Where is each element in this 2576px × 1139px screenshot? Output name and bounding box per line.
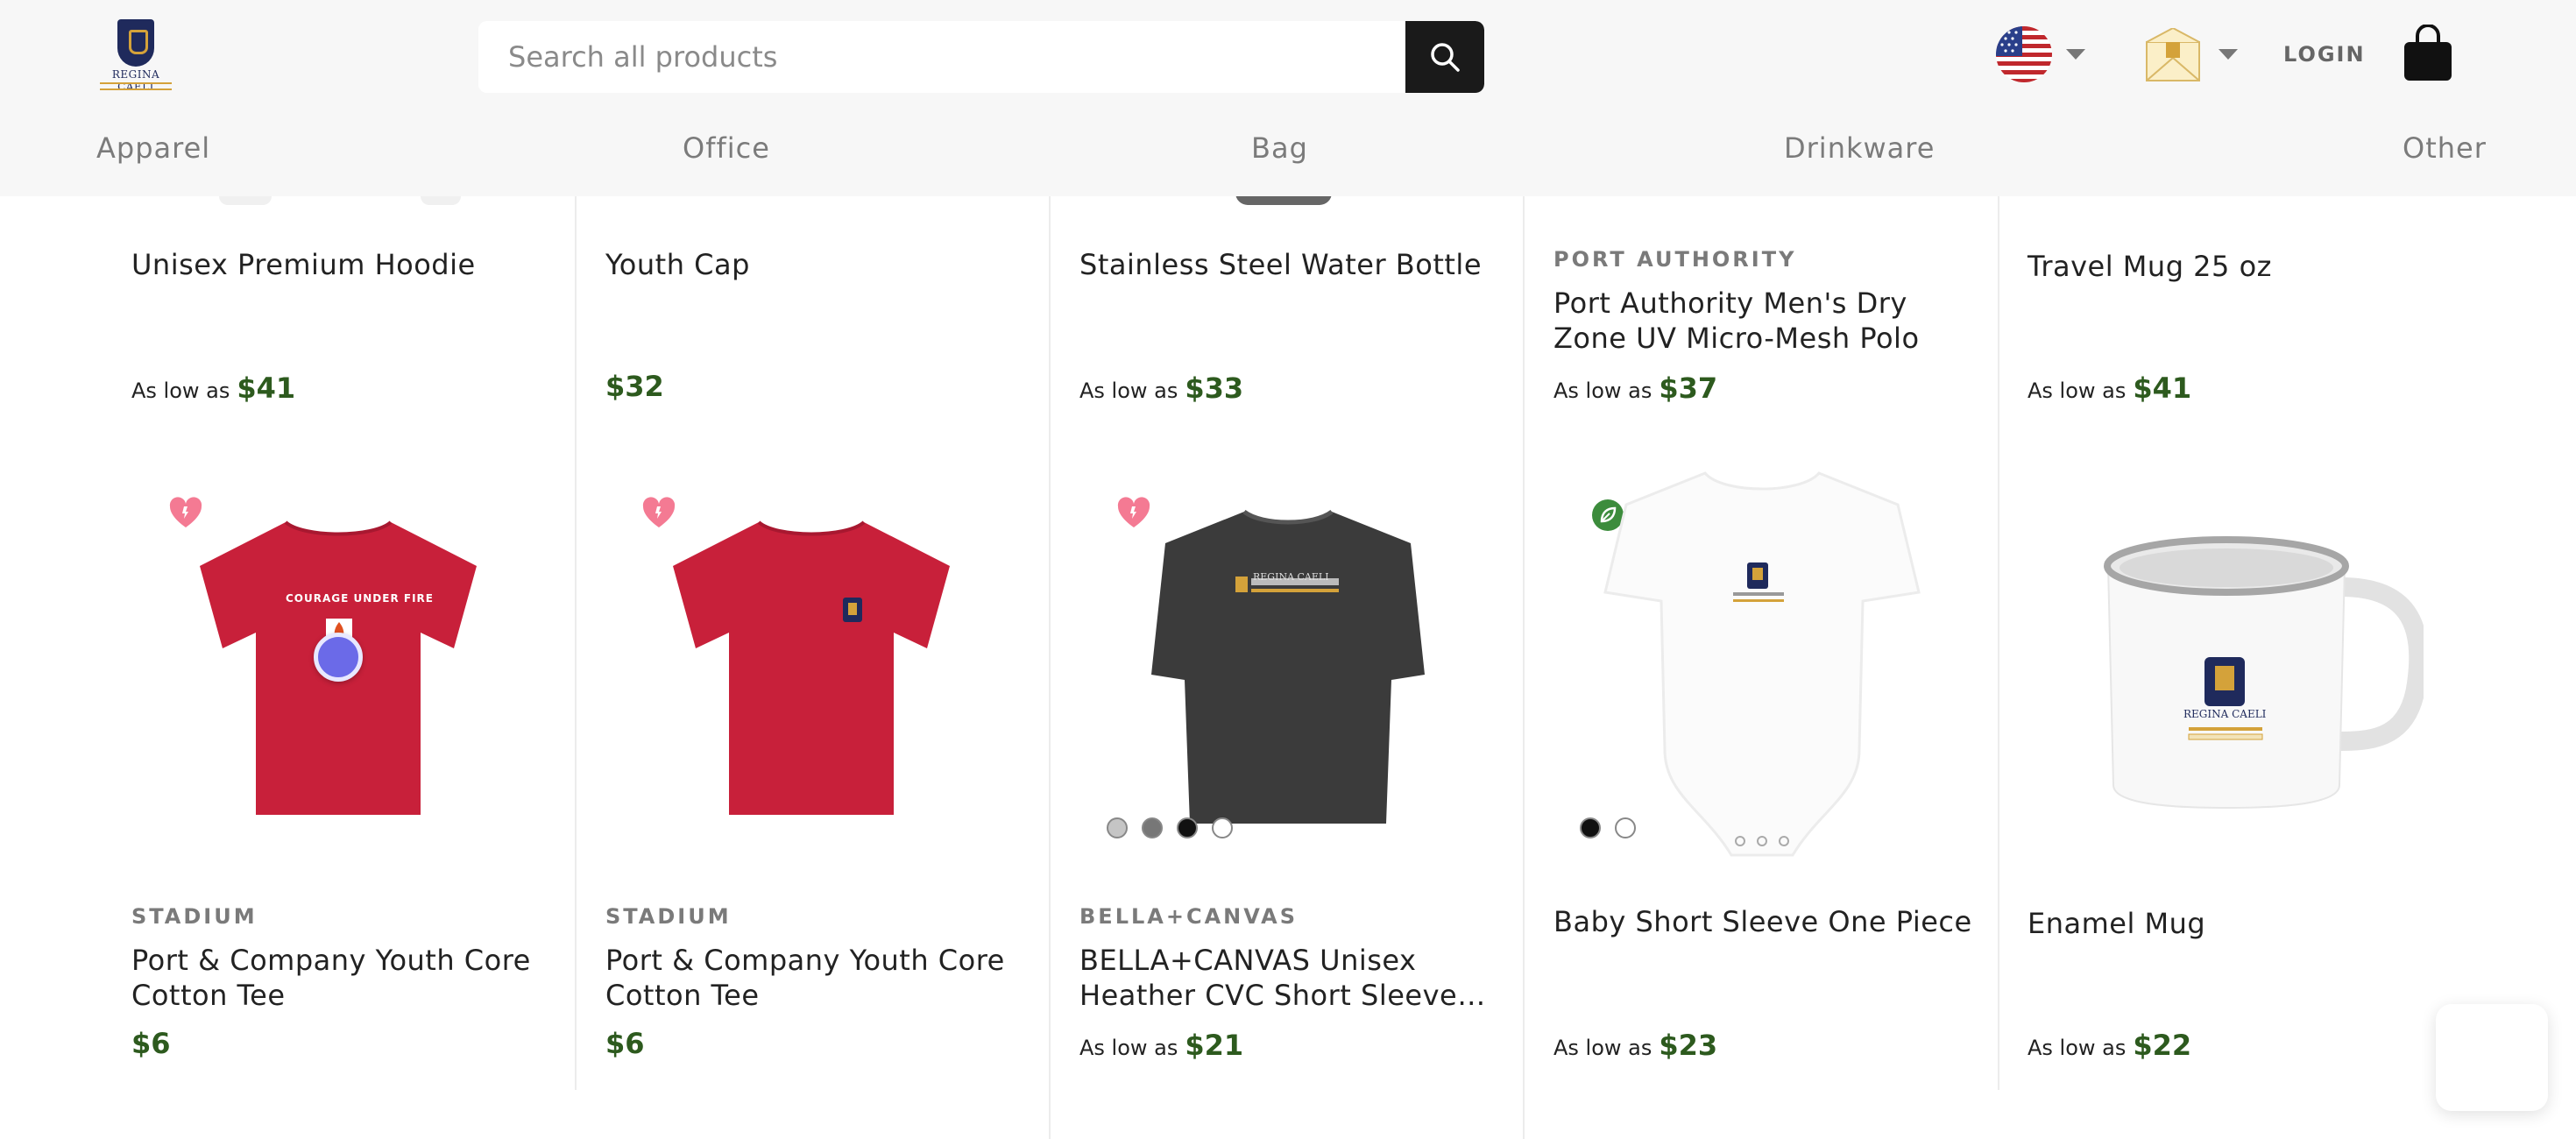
nav-bag[interactable]: Bag [1251, 131, 1308, 165]
color-swatch-gray[interactable] [1142, 817, 1163, 838]
price-row: As low as $41 [131, 371, 295, 405]
color-swatch-white[interactable] [1212, 817, 1233, 838]
product-brand: STADIUM [131, 904, 258, 929]
column-divider [1049, 196, 1051, 1139]
product-title-line2[interactable]: Heather CVC Short Sleeve… [1079, 978, 1486, 1013]
us-flag-icon[interactable] [1996, 26, 2052, 82]
price-label: As low as [2028, 378, 2127, 403]
crest-icon [117, 19, 154, 67]
price-value: $33 [1185, 371, 1244, 405]
color-swatch-black[interactable] [1580, 817, 1601, 838]
category-nav: Apparel Office Bag Drinkware Other [0, 131, 2576, 177]
site-header: REGINA CAELI Search all products LOGIN A… [0, 0, 2576, 196]
product-title-line1[interactable]: Port & Company Youth Core [131, 943, 531, 978]
price-value: $41 [2133, 371, 2192, 405]
product-title-line2[interactable]: Zone UV Micro-Mesh Polo [1553, 321, 1920, 356]
cursor-indicator [314, 633, 363, 682]
color-swatch-white[interactable] [1615, 817, 1636, 838]
price-label: As low as [1079, 1036, 1178, 1060]
product-title[interactable]: Baby Short Sleeve One Piece [1553, 904, 1972, 939]
store-logo[interactable]: REGINA CAELI [96, 19, 175, 93]
mug-print-text: REGINA CAELI [2183, 708, 2267, 720]
search-bar [478, 21, 1484, 93]
nav-drinkware[interactable]: Drinkware [1784, 131, 1935, 165]
price-row: As low as $33 [1079, 371, 1243, 405]
search-button[interactable] [1405, 21, 1484, 93]
price-value: $41 [237, 371, 296, 405]
chevron-down-icon[interactable] [2219, 49, 2238, 60]
price-label: As low as [1553, 378, 1652, 403]
product-brand: PORT AUTHORITY [1553, 247, 1797, 272]
price-row: As low as $41 [2028, 371, 2191, 405]
price-label: As low as [1553, 1036, 1652, 1060]
chat-widget[interactable] [2436, 1004, 2548, 1111]
price-row: As low as $22 [2028, 1029, 2191, 1062]
price-row: As low as $37 [1553, 371, 1717, 405]
price-value: $37 [1659, 371, 1718, 405]
product-image-enamel-mug[interactable] [2099, 534, 2424, 811]
product-title[interactable]: Stainless Steel Water Bottle [1079, 247, 1482, 282]
product-image-baby-onesie[interactable] [1600, 470, 1924, 873]
nav-other[interactable]: Other [2403, 131, 2487, 165]
envelope-icon[interactable] [2145, 26, 2201, 82]
column-divider [575, 196, 577, 1090]
price-value: $23 [1659, 1029, 1718, 1062]
product-title-line1[interactable]: Port & Company Youth Core [605, 943, 1005, 978]
nav-office[interactable]: Office [683, 131, 770, 165]
product-title-line1[interactable]: Port Authority Men's Dry [1553, 286, 1907, 321]
price-value: $22 [2133, 1029, 2192, 1062]
product-brand: BELLA+CANVAS [1079, 904, 1299, 929]
product-image-heather-tee[interactable] [1148, 508, 1428, 827]
price-value: $6 [131, 1027, 171, 1060]
chevron-down-icon[interactable] [2066, 49, 2085, 60]
product-title[interactable]: Unisex Premium Hoodie [131, 247, 476, 282]
price-row: As low as $21 [1079, 1029, 1243, 1062]
product-title-line2[interactable]: Cotton Tee [605, 978, 760, 1013]
logo-ribbon [100, 82, 172, 90]
product-title[interactable]: Enamel Mug [2028, 906, 2205, 941]
product-brand: STADIUM [605, 904, 732, 929]
product-title-line1[interactable]: BELLA+CANVAS Unisex [1079, 943, 1416, 978]
price-label: As low as [131, 378, 230, 403]
product-title[interactable]: Youth Cap [605, 247, 750, 282]
search-icon [1431, 43, 1460, 72]
price-value: $6 [605, 1027, 645, 1060]
price-label: As low as [2028, 1036, 2127, 1060]
shirt-print-text: COURAGE UNDER FIRE [286, 592, 434, 605]
search-input[interactable] [478, 21, 1405, 93]
login-link[interactable]: LOGIN [2283, 42, 2366, 67]
heart-badge-icon [1117, 497, 1150, 527]
price-label: As low as [1079, 378, 1178, 403]
price-row: As low as $23 [1553, 1029, 1717, 1062]
column-divider [1998, 196, 1999, 1090]
shopping-bag-icon[interactable] [2403, 24, 2453, 82]
price-value: $32 [605, 370, 664, 403]
product-title[interactable]: Travel Mug 25 oz [2028, 249, 2272, 284]
product-image-red-tee-crest[interactable] [671, 517, 952, 818]
color-swatch-black[interactable] [1177, 817, 1198, 838]
price-value: $21 [1185, 1029, 1244, 1062]
nav-apparel[interactable]: Apparel [96, 131, 210, 165]
product-title-line2[interactable]: Cotton Tee [131, 978, 286, 1013]
color-swatch-light-gray[interactable] [1107, 817, 1128, 838]
column-divider [1523, 196, 1525, 1139]
shirt-print-text: REGINA CAELI [1253, 571, 1329, 583]
